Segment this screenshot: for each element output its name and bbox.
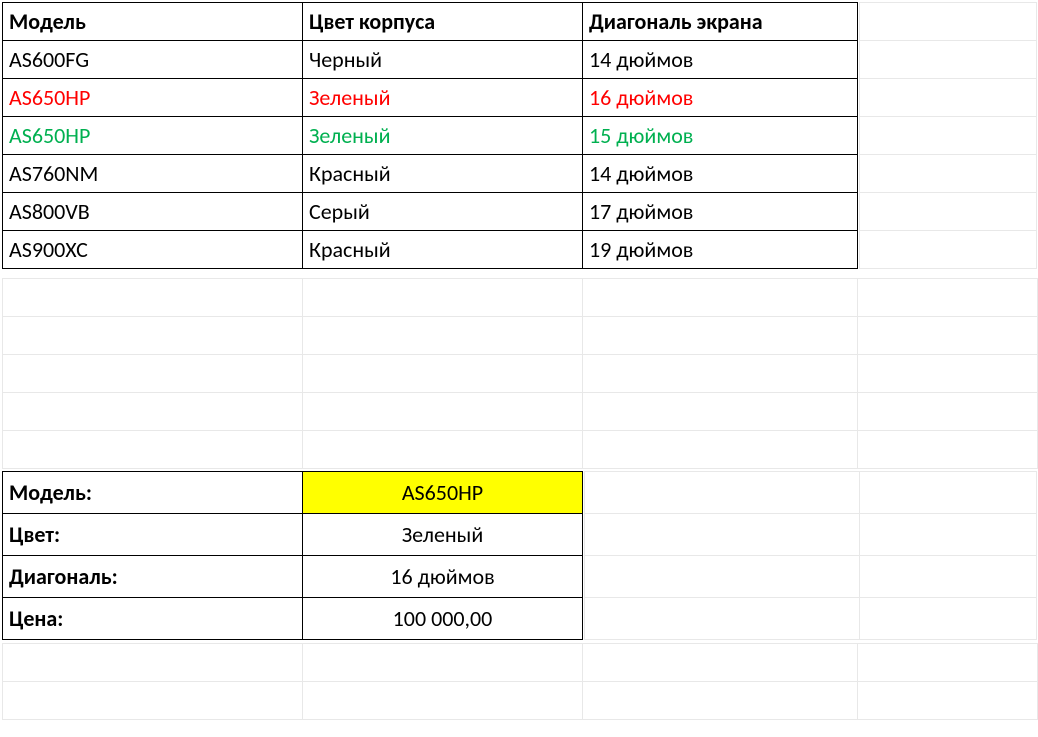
- table-row: AS800VB Серый 17 дюймов: [3, 193, 858, 231]
- empty-cell[interactable]: [303, 317, 583, 355]
- header-diagonal[interactable]: Диагональ экрана: [583, 3, 858, 41]
- empty-cell[interactable]: [303, 279, 583, 317]
- empty-cell[interactable]: [585, 472, 860, 514]
- cell-color[interactable]: Зеленый: [303, 79, 583, 117]
- cell-diagonal[interactable]: 14 дюймов: [583, 41, 858, 79]
- empty-cell[interactable]: [858, 393, 1038, 431]
- detail-value-diagonal[interactable]: 16 дюймов: [303, 556, 583, 598]
- detail-label-diagonal[interactable]: Диагональ:: [3, 556, 303, 598]
- empty-cell[interactable]: [860, 155, 1037, 193]
- table-header-row: Модель Цвет корпуса Диагональ экрана: [3, 3, 858, 41]
- cell-model[interactable]: AS760NM: [3, 155, 303, 193]
- empty-cell[interactable]: [583, 644, 858, 682]
- empty-cell[interactable]: [3, 317, 303, 355]
- cell-model[interactable]: AS650HP: [3, 117, 303, 155]
- empty-cell[interactable]: [860, 193, 1037, 231]
- cell-diagonal[interactable]: 14 дюймов: [583, 155, 858, 193]
- empty-cell[interactable]: [585, 598, 860, 640]
- detail-row-diagonal: Диагональ: 16 дюймов: [3, 556, 583, 598]
- empty-cell[interactable]: [860, 514, 1037, 556]
- empty-cell[interactable]: [583, 682, 858, 720]
- empty-cell[interactable]: [583, 355, 858, 393]
- empty-cell[interactable]: [858, 279, 1038, 317]
- cell-color[interactable]: Серый: [303, 193, 583, 231]
- detail-value-model[interactable]: AS650HP: [303, 472, 583, 514]
- detail-label-model[interactable]: Модель:: [3, 472, 303, 514]
- empty-cell[interactable]: [860, 556, 1037, 598]
- details-table: Модель: AS650HP Цвет: Зеленый Диагональ:…: [2, 471, 583, 640]
- table-row: AS760NM Красный 14 дюймов: [3, 155, 858, 193]
- cell-color[interactable]: Красный: [303, 155, 583, 193]
- empty-cell[interactable]: [3, 682, 303, 720]
- empty-cell[interactable]: [583, 393, 858, 431]
- detail-label-color[interactable]: Цвет:: [3, 514, 303, 556]
- header-model[interactable]: Модель: [3, 3, 303, 41]
- detail-label-price[interactable]: Цена:: [3, 598, 303, 640]
- cell-color[interactable]: Зеленый: [303, 117, 583, 155]
- empty-cell[interactable]: [585, 514, 860, 556]
- table-row: AS650HP Зеленый 16 дюймов: [3, 79, 858, 117]
- empty-cell[interactable]: [303, 682, 583, 720]
- empty-cell[interactable]: [858, 431, 1038, 469]
- empty-cell[interactable]: [583, 279, 858, 317]
- cell-model[interactable]: AS600FG: [3, 41, 303, 79]
- empty-cell[interactable]: [860, 231, 1037, 269]
- ghost-grid-right: [584, 471, 1037, 640]
- ghost-grid-bottom: [2, 643, 1038, 720]
- empty-cell[interactable]: [303, 355, 583, 393]
- empty-cell[interactable]: [860, 3, 1037, 41]
- empty-cell[interactable]: [303, 431, 583, 469]
- detail-value-color[interactable]: Зеленый: [303, 514, 583, 556]
- cell-diagonal[interactable]: 17 дюймов: [583, 193, 858, 231]
- table-row: AS600FG Черный 14 дюймов: [3, 41, 858, 79]
- cell-diagonal[interactable]: 15 дюймов: [583, 117, 858, 155]
- empty-cell[interactable]: [858, 355, 1038, 393]
- empty-cell[interactable]: [860, 598, 1037, 640]
- detail-row-color: Цвет: Зеленый: [3, 514, 583, 556]
- empty-cell[interactable]: [860, 117, 1037, 155]
- empty-cell[interactable]: [3, 279, 303, 317]
- empty-cell[interactable]: [585, 556, 860, 598]
- empty-cell[interactable]: [303, 644, 583, 682]
- empty-cell[interactable]: [860, 79, 1037, 117]
- header-color[interactable]: Цвет корпуса: [303, 3, 583, 41]
- ghost-grid-middle: [2, 278, 1038, 469]
- cell-diagonal[interactable]: 19 дюймов: [583, 231, 858, 269]
- cell-model[interactable]: AS800VB: [3, 193, 303, 231]
- cell-color[interactable]: Красный: [303, 231, 583, 269]
- empty-cell[interactable]: [858, 644, 1038, 682]
- empty-cell[interactable]: [860, 472, 1037, 514]
- cell-color[interactable]: Черный: [303, 41, 583, 79]
- cell-model[interactable]: AS900XC: [3, 231, 303, 269]
- table-row: AS650HP Зеленый 15 дюймов: [3, 117, 858, 155]
- empty-cell[interactable]: [303, 393, 583, 431]
- empty-cell[interactable]: [858, 317, 1038, 355]
- cell-model[interactable]: AS650HP: [3, 79, 303, 117]
- table-row: AS900XC Красный 19 дюймов: [3, 231, 858, 269]
- empty-cell[interactable]: [860, 41, 1037, 79]
- empty-cell[interactable]: [3, 431, 303, 469]
- empty-cell[interactable]: [3, 644, 303, 682]
- empty-cell[interactable]: [858, 682, 1038, 720]
- empty-cell[interactable]: [583, 317, 858, 355]
- products-table: Модель Цвет корпуса Диагональ экрана AS6…: [2, 2, 858, 269]
- ghost-grid-right-col: [859, 2, 1037, 269]
- detail-value-price[interactable]: 100 000,00: [303, 598, 583, 640]
- empty-cell[interactable]: [3, 355, 303, 393]
- detail-row-price: Цена: 100 000,00: [3, 598, 583, 640]
- cell-diagonal[interactable]: 16 дюймов: [583, 79, 858, 117]
- detail-row-model: Модель: AS650HP: [3, 472, 583, 514]
- empty-cell[interactable]: [583, 431, 858, 469]
- empty-cell[interactable]: [3, 393, 303, 431]
